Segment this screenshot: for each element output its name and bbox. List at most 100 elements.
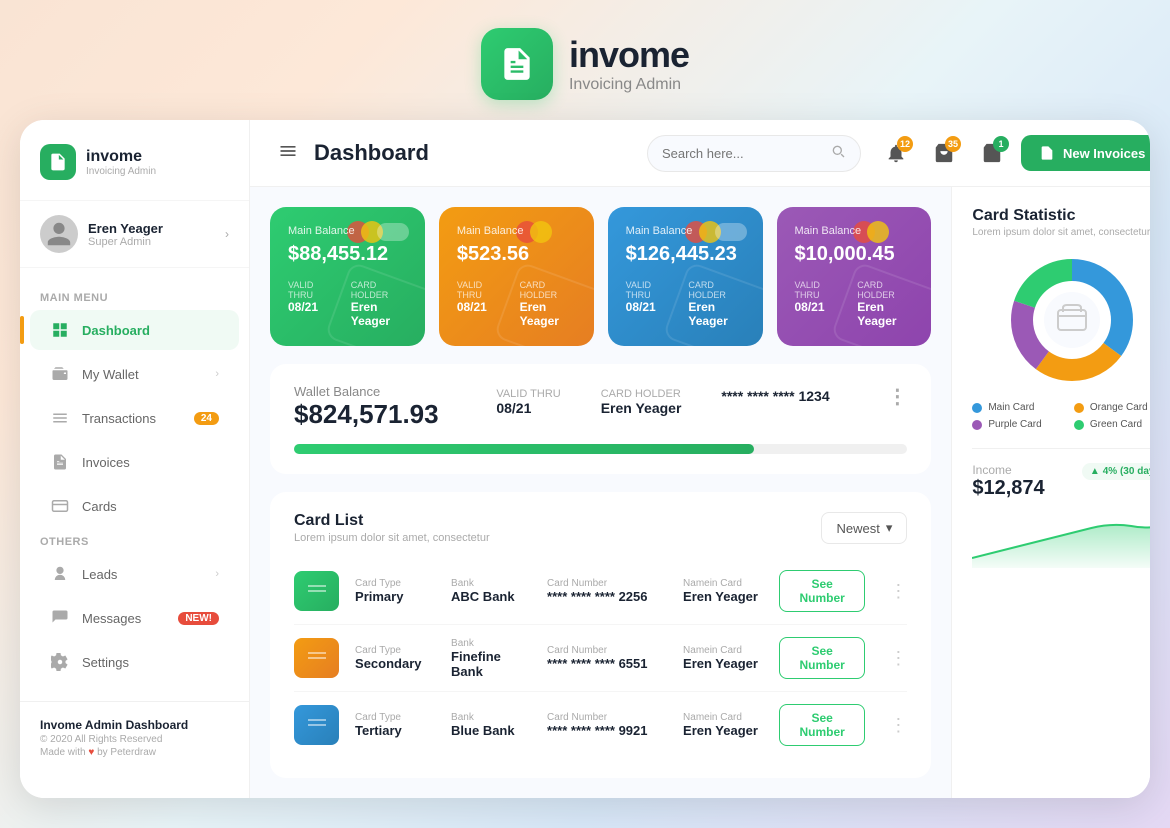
card-amount-0: $88,455.12 [288, 243, 407, 266]
settings-icon [50, 652, 70, 672]
card-list-section: Card List Lorem ipsum dolor sit amet, co… [270, 492, 931, 778]
sidebar-item-invoices[interactable]: Invoices [30, 442, 239, 482]
card-amount-1: $523.56 [457, 243, 576, 266]
card-statistic-subtitle: Lorem ipsum dolor sit amet, consectetur [972, 227, 1150, 238]
search-input[interactable] [662, 146, 822, 161]
income-header: Income $12,874 ▲ 4% (30 days) [972, 463, 1150, 500]
bag-badge: 1 [993, 136, 1009, 152]
card-statistic-section: Card Statistic Lorem ipsum dolor sit ame… [972, 207, 1150, 430]
sidebar-brand-text: invome Invoicing Admin [86, 148, 156, 177]
header-icons: 12 35 1 New Invoices [877, 134, 1150, 172]
legend-green-card: Green Card [1074, 419, 1150, 430]
sidebar-item-label-settings: Settings [82, 655, 219, 670]
sidebar: invome Invoicing Admin Eren Yeager Super… [20, 120, 250, 798]
main-container: invome Invoicing Admin Eren Yeager Super… [20, 120, 1150, 798]
sidebar-item-leads[interactable]: Leads › [30, 554, 239, 594]
sidebar-item-label-transactions: Transactions [82, 411, 182, 426]
sidebar-item-label-messages: Messages [82, 611, 166, 626]
card-list-subtitle: Lorem ipsum dolor sit amet, consectetur [294, 532, 490, 544]
sidebar-user[interactable]: Eren Yeager Super Admin › [20, 200, 249, 268]
menu-icon[interactable] [278, 141, 298, 166]
card-thumb-0 [294, 571, 339, 611]
sidebar-brand: invome Invoicing Admin [20, 144, 249, 200]
card-amount-2: $126,445.23 [626, 243, 745, 266]
leads-icon [50, 564, 70, 584]
wallet-holder-label: CARD HOLDER [601, 388, 682, 400]
bag-btn[interactable]: 1 [973, 134, 1011, 172]
income-trend-icon: ▲ [1090, 466, 1100, 477]
filter-label: Newest [836, 521, 879, 536]
card-label-0: Main Balance [288, 225, 407, 237]
balance-cards-row: Main Balance $88,455.12 VALID THRU 08/21… [270, 207, 931, 346]
sidebar-item-label-invoices: Invoices [82, 455, 219, 470]
wallet-section: Wallet Balance $824,571.93 VALID THRU 08… [270, 364, 931, 474]
sidebar-item-settings[interactable]: Settings [30, 642, 239, 682]
sidebar-item-label-dashboard: Dashboard [82, 323, 219, 338]
sidebar-item-wallet[interactable]: My Wallet › [30, 354, 239, 394]
card-number-col-0: Card Number **** **** **** 2256 [547, 578, 667, 604]
brand-name: invome [569, 34, 689, 76]
wallet-icon [50, 364, 70, 384]
wallet-info: VALID THRU 08/21 CARD HOLDER Eren Yeager… [496, 388, 829, 416]
messages-badge: NEW! [178, 612, 219, 625]
user-chevron-icon: › [225, 227, 229, 241]
see-number-btn-2[interactable]: See Number [779, 704, 865, 746]
card-number-col-1: Card Number **** **** **** 6551 [547, 645, 667, 671]
brand-text: invome Invoicing Admin [569, 34, 689, 94]
main-content: Dashboard 12 35 1 [250, 120, 1150, 798]
wallet-card-number: **** **** **** 1234 [721, 388, 829, 404]
card-label-1: Main Balance [457, 225, 576, 237]
card-name-col-2: Namein Card Eren Yeager [683, 712, 763, 738]
income-section: Income $12,874 ▲ 4% (30 days) [972, 448, 1150, 573]
card-type-col-2: Card Type Tertiary [355, 712, 435, 738]
filter-button[interactable]: Newest ▾ [821, 512, 907, 544]
content-right: Card Statistic Lorem ipsum dolor sit ame… [951, 187, 1150, 798]
card-amount-3: $10,000.45 [795, 243, 914, 266]
sidebar-item-transactions[interactable]: Transactions 24 [30, 398, 239, 438]
sidebar-item-messages[interactable]: Messages NEW! [30, 598, 239, 638]
list-item: Card Type Tertiary Bank Blue Bank Card N… [294, 692, 907, 758]
card-bank-col-1: Bank Finefine Bank [451, 638, 531, 679]
wallet-amount: $824,571.93 [294, 399, 439, 430]
card-more-btn-0[interactable]: ⋮ [889, 581, 907, 602]
footer-copy: © 2020 All Rights Reserved [40, 734, 229, 745]
legend-main-card: Main Card [972, 402, 1070, 413]
new-invoice-button[interactable]: New Invoices [1021, 135, 1150, 171]
notification-badge: 12 [897, 136, 913, 152]
sidebar-item-dashboard[interactable]: Dashboard [30, 310, 239, 350]
legend-purple-card: Purple Card [972, 419, 1070, 430]
chart-legend: Main Card Orange Card Purple Card G [972, 402, 1150, 430]
card-more-btn-1[interactable]: ⋮ [889, 648, 907, 669]
balance-card-purple: Main Balance $10,000.45 VALID THRU 08/21… [777, 207, 932, 346]
header: Dashboard 12 35 1 [250, 120, 1150, 187]
top-branding: invome Invoicing Admin [481, 0, 689, 120]
card-list-title: Card List [294, 512, 490, 530]
income-amount: $12,874 [972, 477, 1044, 500]
see-number-btn-1[interactable]: See Number [779, 637, 865, 679]
income-label: Income [972, 463, 1044, 477]
card-thumb-1 [294, 638, 339, 678]
cart-btn[interactable]: 35 [925, 134, 963, 172]
content-area: Main Balance $88,455.12 VALID THRU 08/21… [250, 187, 1150, 798]
sidebar-item-cards[interactable]: Cards [30, 486, 239, 526]
sidebar-item-label-cards: Cards [82, 499, 219, 514]
invoices-icon [50, 452, 70, 472]
progress-fill [294, 444, 754, 454]
sidebar-brand-icon [40, 144, 76, 180]
card-type-col-0: Card Type Primary [355, 578, 435, 604]
page-title: Dashboard [314, 140, 631, 166]
notification-btn[interactable]: 12 [877, 134, 915, 172]
footer-title: Invome Admin Dashboard [40, 718, 229, 732]
card-more-btn-2[interactable]: ⋮ [889, 715, 907, 736]
wallet-more-btn[interactable]: ⋮ [887, 384, 907, 409]
active-indicator [20, 316, 24, 344]
search-icon [830, 143, 846, 164]
dashboard-icon [50, 320, 70, 340]
user-role: Super Admin [88, 236, 215, 248]
search-wrap [647, 135, 861, 172]
wallet-title: Wallet Balance [294, 384, 439, 399]
income-chart [972, 508, 1150, 573]
see-number-btn-0[interactable]: See Number [779, 570, 865, 612]
user-name: Eren Yeager [88, 221, 215, 236]
footer-made: Made with ♥ by Peterdraw [40, 747, 229, 758]
